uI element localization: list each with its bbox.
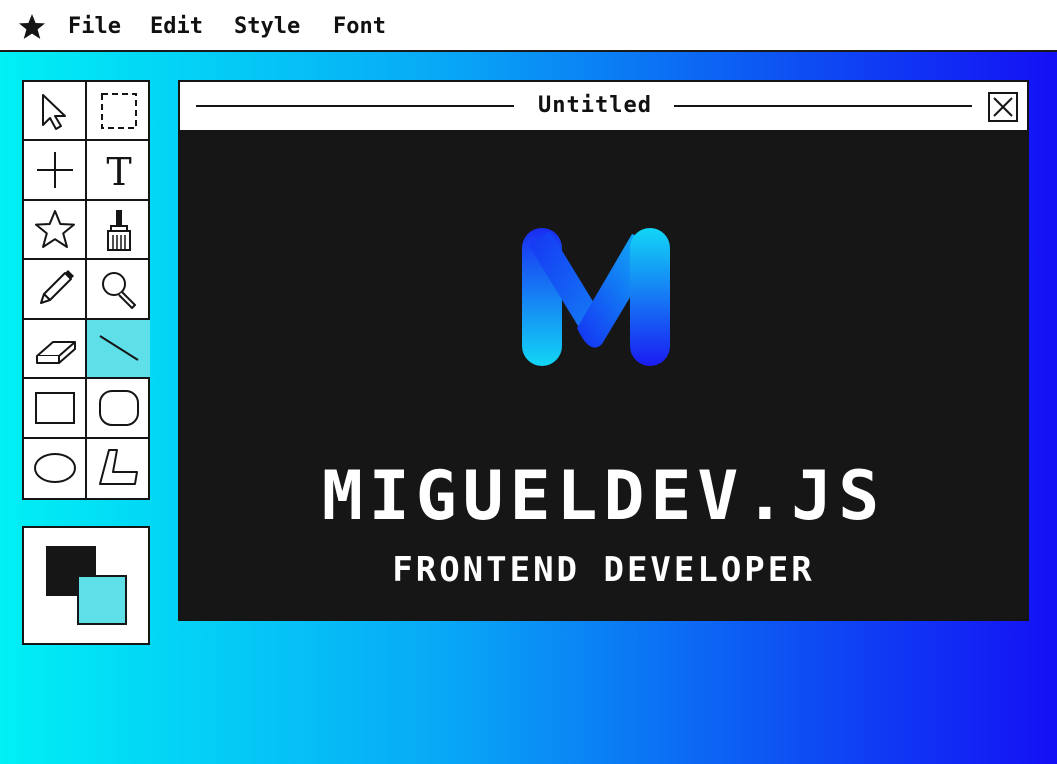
ellipse-icon bbox=[33, 453, 76, 484]
pencil-icon bbox=[39, 269, 74, 304]
polygon-icon bbox=[98, 449, 138, 486]
magnifier-icon bbox=[101, 271, 136, 309]
eraser-icon bbox=[35, 341, 76, 365]
tool-magnifier[interactable] bbox=[87, 260, 150, 320]
window-titlebar[interactable]: Untitled bbox=[180, 82, 1027, 132]
background-color-swatch[interactable] bbox=[77, 575, 127, 625]
canvas[interactable]: MIGUELDEV.JS FRONTEND DEVELOPER bbox=[180, 132, 1027, 619]
m-logo-icon bbox=[522, 228, 670, 366]
tool-star[interactable] bbox=[24, 200, 87, 261]
menu-bar: File Edit Style Font bbox=[0, 0, 1057, 52]
rect-select-icon bbox=[100, 92, 137, 129]
headline: MIGUELDEV.JS bbox=[321, 457, 886, 536]
tool-line[interactable] bbox=[87, 319, 150, 380]
crosshair-icon bbox=[36, 152, 73, 189]
titlebar-rule-right bbox=[674, 105, 972, 107]
color-swatches bbox=[22, 526, 150, 645]
menu-style[interactable]: Style bbox=[234, 0, 300, 52]
arrow-select-icon bbox=[41, 93, 66, 130]
rounded-rectangle-icon bbox=[98, 389, 139, 426]
line-tool-icon bbox=[98, 335, 139, 362]
window-title: Untitled bbox=[538, 93, 652, 118]
menu-edit[interactable]: Edit bbox=[150, 0, 203, 52]
star-icon[interactable] bbox=[18, 13, 46, 41]
titlebar-rule-left bbox=[196, 105, 514, 107]
tool-crosshair[interactable] bbox=[24, 141, 87, 201]
tool-text[interactable]: T bbox=[87, 141, 150, 201]
tool-ellipse[interactable] bbox=[24, 438, 87, 498]
tool-rect-select[interactable] bbox=[87, 82, 150, 142]
tool-brush[interactable] bbox=[87, 201, 150, 261]
brush-icon bbox=[106, 209, 131, 251]
text-tool-icon: T bbox=[106, 150, 131, 192]
tool-eraser[interactable] bbox=[24, 319, 87, 380]
tool-polygon[interactable] bbox=[87, 439, 150, 498]
svg-text:T: T bbox=[106, 150, 131, 192]
tool-rectangle[interactable] bbox=[24, 379, 87, 439]
tool-select-arrow[interactable] bbox=[24, 82, 87, 142]
toolbox: T bbox=[22, 80, 150, 500]
subline: FRONTEND DEVELOPER bbox=[392, 550, 815, 590]
close-button[interactable] bbox=[988, 92, 1018, 122]
tool-rounded-rectangle[interactable] bbox=[87, 379, 150, 439]
menu-file[interactable]: File bbox=[68, 0, 121, 52]
star-shape-icon bbox=[34, 209, 75, 248]
menu-font[interactable]: Font bbox=[333, 0, 386, 52]
rectangle-icon bbox=[34, 391, 75, 424]
close-icon bbox=[993, 97, 1013, 117]
tool-pencil[interactable] bbox=[24, 260, 87, 320]
untitled-window: Untitled MIGUELDEV.JS FRONTEND DEVELOPER bbox=[178, 80, 1029, 621]
